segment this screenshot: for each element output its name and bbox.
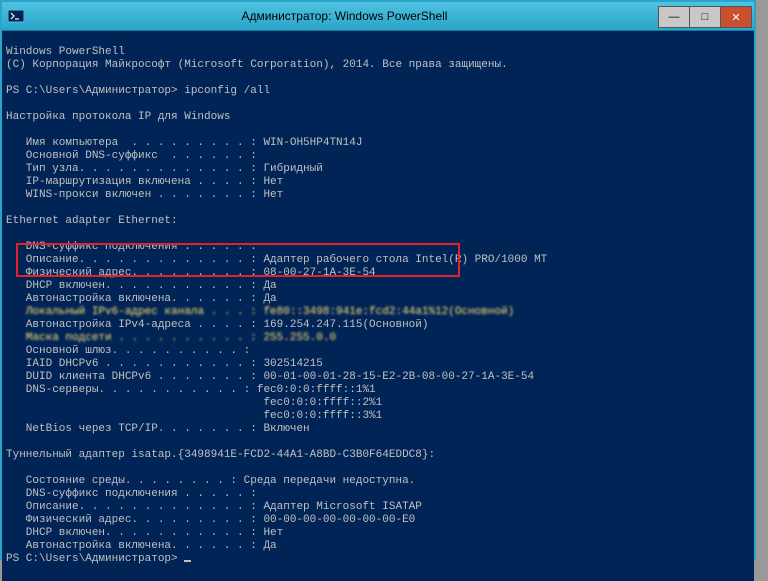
window-title: Администратор: Windows PowerShell [30, 9, 659, 23]
output-line: Автонастройка включена. . . . . . : Да [6, 540, 277, 552]
output-line-ipv4-highlight: Автонастройка IPv4-адреса . . . . : 169.… [6, 319, 428, 331]
output-line: DNS-серверы. . . . . . . . . . . : fec0:… [6, 384, 376, 396]
minimize-button[interactable]: — [658, 6, 690, 28]
output-line: Описание. . . . . . . . . . . . . : Адап… [6, 501, 422, 513]
output-line: Настройка протокола IP для Windows [6, 111, 230, 123]
output-line: DNS-суффикс подключения . . . . . : [6, 488, 257, 500]
output-line-ipv6: Локальный IPv6-адрес канала . . . : fe80… [6, 306, 514, 318]
output-line: WINS-прокси включен . . . . . . . : Нет [6, 189, 283, 201]
output-line: fec0:0:0:ffff::3%1 [6, 410, 382, 422]
output-line: DHCP включен. . . . . . . . . . . : Да [6, 280, 277, 292]
output-line: fec0:0:0:ffff::2%1 [6, 397, 382, 409]
output-line: Описание. . . . . . . . . . . . . : Адап… [6, 254, 547, 266]
output-line: DUID клиента DHCPv6 . . . . . . . : 00-0… [6, 371, 534, 383]
output-line: Туннельный адаптер isatap.{3498941E-FCD2… [6, 449, 435, 461]
output-line: Ethernet adapter Ethernet: [6, 215, 178, 227]
output-line: NetBios через TCP/IP. . . . . . . : Вклю… [6, 423, 310, 435]
window-buttons: — □ ✕ [659, 6, 752, 26]
output-line: Имя компьютера . . . . . . . . . : WIN-O… [6, 137, 362, 149]
output-line: Автонастройка включена. . . . . . : Да [6, 293, 277, 305]
output-line: (C) Корпорация Майкрософт (Microsoft Cor… [6, 59, 508, 71]
output-line-mask: Маска подсети . . . . . . . . . . : 255.… [6, 332, 336, 344]
output-line: Физический адрес. . . . . . . . . : 08-0… [6, 267, 376, 279]
output-line: Основной шлюз. . . . . . . . . . : [6, 345, 250, 357]
prompt-line: PS C:\Users\Администратор> ipconfig /all [6, 85, 270, 97]
output-line: Состояние среды. . . . . . . . : Среда п… [6, 475, 415, 487]
powershell-window: Администратор: Windows PowerShell — □ ✕ … [0, 0, 756, 560]
cursor [184, 560, 191, 562]
prompt-line: PS C:\Users\Администратор> [6, 553, 184, 565]
output-line: Основной DNS-суффикс . . . . . . : [6, 150, 257, 162]
output-line: Тип узла. . . . . . . . . . . . . : Гибр… [6, 163, 323, 175]
output-line: Windows PowerShell [6, 46, 125, 58]
output-line: DHCP включен. . . . . . . . . . . : Нет [6, 527, 283, 539]
powershell-icon[interactable] [8, 8, 24, 24]
output-line: IAID DHCPv6 . . . . . . . . . . . : 3025… [6, 358, 323, 370]
terminal-output[interactable]: Windows PowerShell (C) Корпорация Майкро… [2, 31, 754, 581]
output-line: Физический адрес. . . . . . . . . : 00-0… [6, 514, 415, 526]
maximize-button[interactable]: □ [689, 6, 721, 28]
titlebar[interactable]: Администратор: Windows PowerShell — □ ✕ [2, 2, 754, 31]
close-button[interactable]: ✕ [720, 6, 752, 28]
output-line: DNS-суффикс подключения . . . . . : [6, 241, 257, 253]
output-line: IP-маршрутизация включена . . . . : Нет [6, 176, 283, 188]
